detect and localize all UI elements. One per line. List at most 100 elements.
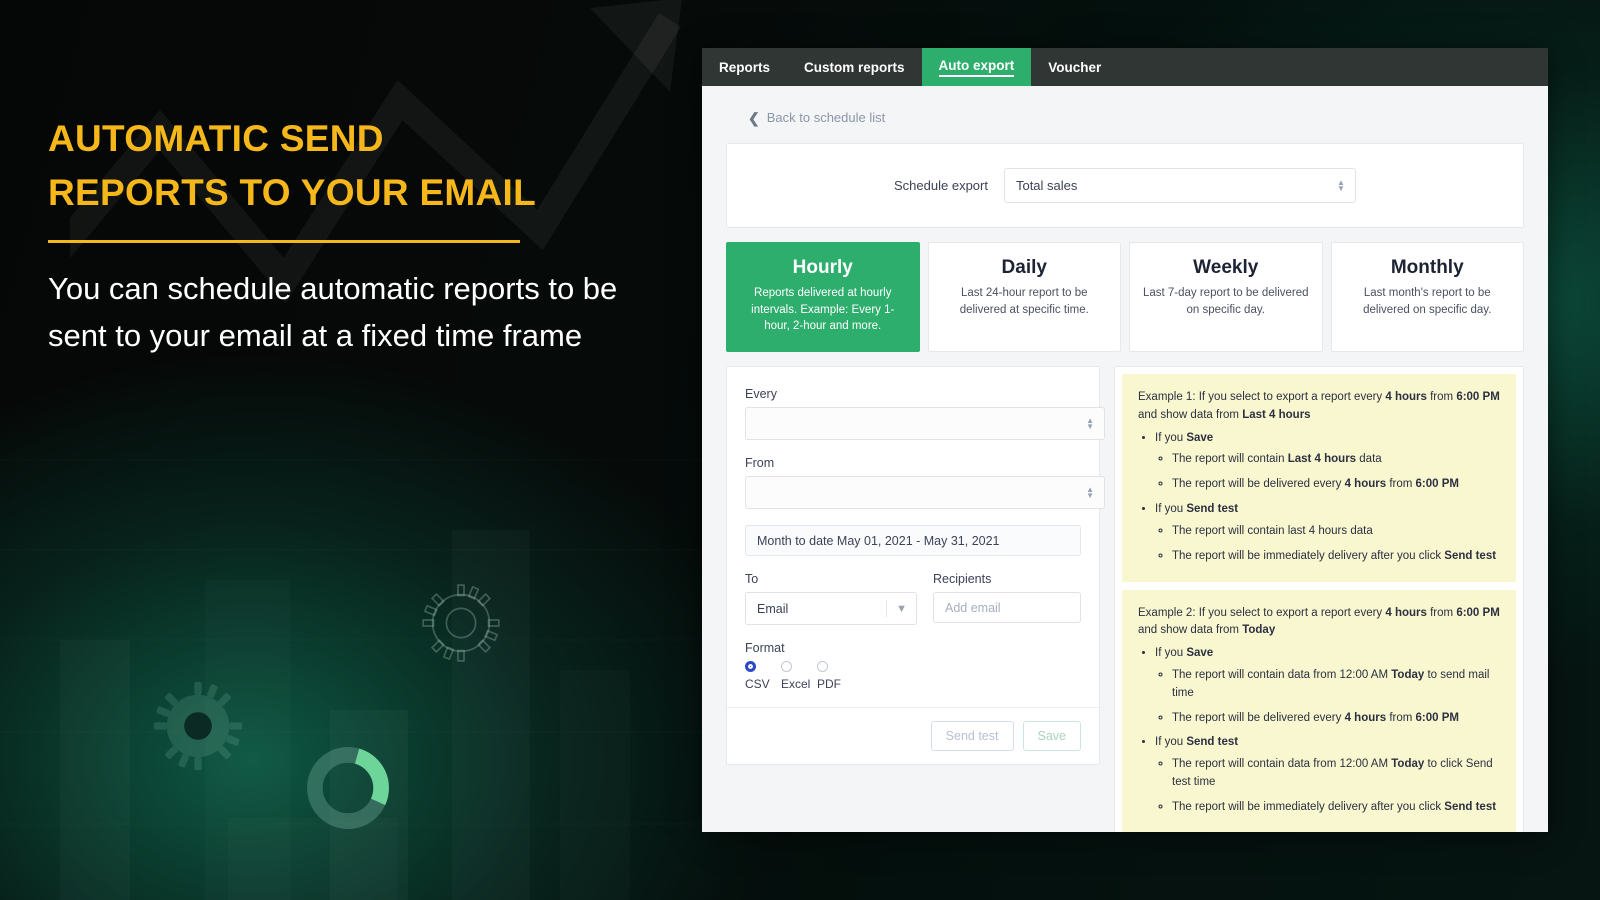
format-option-csv[interactable]: CSV [745,661,781,691]
format-excel-label: Excel [781,677,811,692]
ex1-intro-c: from [1426,391,1457,404]
list-item: The report will be immediately delivery … [1172,548,1500,566]
ex2-intro-c: from [1426,606,1457,619]
gear-icon [153,681,243,771]
list-item: The report will contain last 4 hours dat… [1172,523,1500,541]
recipients-placeholder: Add email [945,600,1001,615]
ex1-test-head-b: Send test [1186,503,1239,516]
tab-voucher-label: Voucher [1048,59,1102,75]
frequency-weekly-title: Weekly [1193,257,1259,278]
ex2-s1b: 4 hours [1344,711,1387,724]
radio-icon [781,661,792,673]
save-button[interactable]: Save [1022,721,1081,752]
format-label: Format [745,641,785,656]
tab-reports-label: Reports [719,59,771,75]
ex2-t0a: The report will contain data from 12:00 … [1172,758,1392,771]
tab-custom-reports-label: Custom reports [804,59,905,75]
ex1-t1b: Send test [1444,549,1497,562]
frequency-daily-desc: Last 24-hour report to be delivered at s… [959,287,1089,316]
app-body: ❮ Back to schedule list Schedule export … [702,86,1548,832]
ex2-save-head-a: If you [1155,647,1187,660]
schedule-export-value: Total sales [1015,178,1078,193]
frequency-card-monthly[interactable]: Monthly Last month's report to be delive… [1330,242,1524,353]
donut-chart-decoration [307,747,389,829]
example-2-intro: Example 2: If you select to export a rep… [1138,605,1500,641]
headline-line-2: REPORTS TO YOUR EMAIL [48,172,537,214]
ex2-s1c: from [1386,711,1416,724]
example-1-test-items: The report will contain last 4 hours dat… [1155,523,1500,566]
from-select[interactable]: ▲ ▼ [745,476,1105,510]
back-to-schedule-list-link[interactable]: ❮ Back to schedule list [726,86,1524,143]
schedule-export-label: Schedule export [894,178,988,193]
every-select[interactable]: ▲ ▼ [745,407,1105,441]
ex1-intro-b: 4 hours [1385,391,1427,404]
to-select[interactable]: Email ▼ [745,592,917,626]
back-link-label: Back to schedule list [766,110,886,125]
ex2-intro-b: 4 hours [1385,606,1427,619]
format-radio-group: CSV Excel PDF [745,661,1081,691]
chevron-down-icon: ▼ [896,602,907,615]
gear-outline-icon [422,584,500,662]
ex2-s0a: The report will contain data from 12:00 … [1172,668,1392,681]
ex1-s1c: from [1386,478,1416,491]
frequency-hourly-desc: Reports delivered at hourly intervals. E… [751,287,895,333]
ex1-save-head-a: If you [1155,431,1187,444]
recipients-label: Recipients [933,572,992,587]
radio-selected-icon [745,661,756,673]
format-pdf-label: PDF [817,677,841,692]
ex2-s1d: 6:00 PM [1415,711,1459,724]
ex1-s1d: 6:00 PM [1415,478,1459,491]
format-csv-label: CSV [745,677,770,692]
tab-custom-reports[interactable]: Custom reports [787,48,922,86]
schedule-export-select[interactable]: Total sales ▲ ▼ [1003,168,1356,203]
recipients-column: Recipients Add email [933,572,1081,625]
tab-auto-export[interactable]: Auto export [921,48,1032,86]
example-1-list: If you Save The report will contain Last… [1138,430,1500,566]
ex1-intro-a: Example 1: If you select to export a rep… [1138,391,1386,404]
headline-underline [48,239,520,243]
to-label: To [745,572,759,587]
list-item: The report will be delivered every 4 hou… [1172,710,1500,728]
app-window: Reports Custom reports Auto export Vouch… [702,48,1548,832]
frequency-card-daily[interactable]: Daily Last 24-hour report to be delivere… [927,242,1121,353]
tab-voucher[interactable]: Voucher [1031,48,1118,86]
examples-card: Example 1: If you select to export a rep… [1114,366,1524,832]
ex1-t0a: The report will contain last 4 hours dat… [1172,524,1373,537]
ex1-test-head-a: If you [1155,503,1187,516]
ex1-s0a: The report will contain [1172,453,1288,466]
tab-bar: Reports Custom reports Auto export Vouch… [702,48,1548,86]
to-recipients-row: To Email ▼ Recipients Add email [745,572,1081,626]
ex1-s1b: 4 hours [1344,478,1387,491]
format-option-pdf[interactable]: PDF [817,661,853,691]
ex2-t0b: Today [1391,758,1425,771]
stepper-icon: ▲ ▼ [1086,415,1094,431]
ex2-intro-f: Today [1242,624,1276,637]
ex2-intro-e: and show data from [1138,624,1243,637]
recipients-input[interactable]: Add email [933,592,1081,624]
date-range-value: Month to date May 01, 2021 - May 31, 202… [757,533,1000,548]
ex1-s0c: data [1356,453,1382,466]
format-option-excel[interactable]: Excel [781,661,817,691]
frequency-card-row: Hourly Reports delivered at hourly inter… [726,242,1524,353]
to-value: Email [757,601,789,616]
example-1-save-branch: If you Save The report will contain Last… [1155,430,1500,494]
ex2-save-head-b: Save [1186,647,1214,660]
date-range-field: Month to date May 01, 2021 - May 31, 202… [745,525,1081,557]
list-item: The report will contain Last 4 hours dat… [1172,451,1500,469]
tab-reports[interactable]: Reports [702,48,787,86]
send-test-button[interactable]: Send test [930,721,1014,752]
form-footer: Send test Save [727,707,1099,764]
frequency-card-weekly[interactable]: Weekly Last 7-day report to be delivered… [1129,242,1323,353]
save-label: Save [1037,729,1067,744]
example-1-intro: Example 1: If you select to export a rep… [1138,389,1500,425]
ex1-s0b: Last 4 hours [1287,453,1357,466]
schedule-form-fields: Every ▲ ▼ From ▲ ▼ Month to date May 01, 2… [727,367,1105,707]
list-item: The report will be delivered every 4 hou… [1172,476,1500,494]
list-item: The report will contain data from 12:00 … [1172,667,1500,703]
schedule-form-card: Every ▲ ▼ From ▲ ▼ Month to date May 01, 2… [726,366,1105,766]
example-1-note: Example 1: If you select to export a rep… [1122,374,1516,582]
frequency-card-hourly[interactable]: Hourly Reports delivered at hourly inter… [726,242,920,353]
radio-icon [817,661,828,673]
ex2-intro-a: Example 2: If you select to export a rep… [1138,606,1386,619]
ex2-test-head-b: Send test [1186,736,1239,749]
